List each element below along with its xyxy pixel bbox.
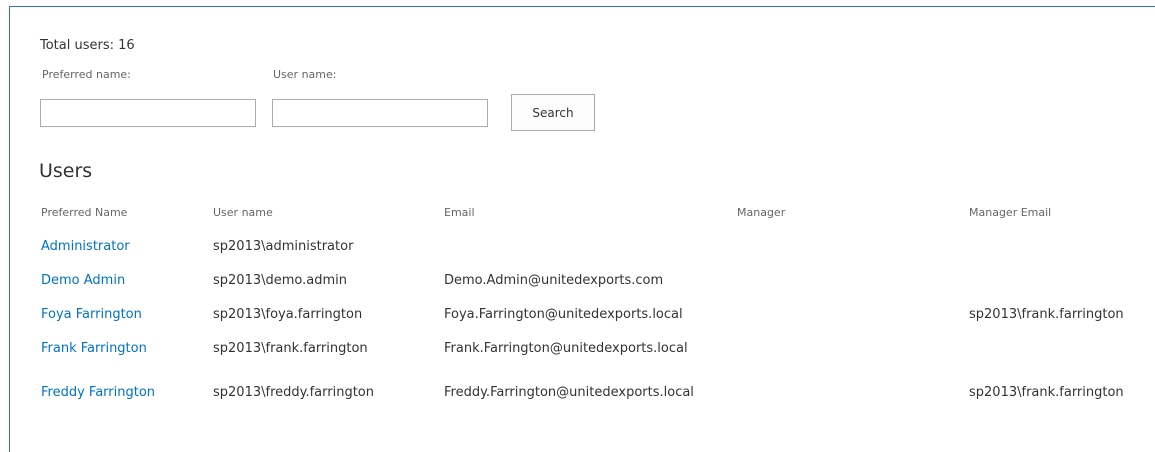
column-header-manager-email[interactable]: Manager Email: [961, 199, 1155, 229]
manager-email-cell: [961, 229, 1155, 263]
manager-cell: [729, 375, 961, 419]
table-row: Freddy Farrington sp2013\freddy.farringt…: [33, 375, 1155, 419]
manager-email-cell: [961, 331, 1155, 375]
column-header-preferred-name[interactable]: Preferred Name: [33, 199, 205, 229]
manager-email-cell: sp2013\frank.farrington: [969, 385, 1124, 400]
user-link-freddy-farrington[interactable]: Freddy Farrington: [41, 385, 155, 400]
email-cell: Freddy.Farrington@unitedexports.local: [444, 385, 694, 400]
user-name-input[interactable]: [272, 99, 488, 127]
user-name-cell: sp2013\frank.farrington: [213, 341, 368, 356]
email-cell: [436, 229, 729, 263]
total-users-count: Total users: 16: [40, 38, 135, 53]
search-button[interactable]: Search: [511, 94, 595, 131]
table-header-row: Preferred Name User name Email Manager M…: [33, 199, 1155, 229]
user-link-administrator[interactable]: Administrator: [41, 239, 130, 254]
preferred-name-label: Preferred name:: [42, 68, 131, 81]
column-header-user-name[interactable]: User name: [205, 199, 436, 229]
user-name-cell: sp2013\foya.farrington: [213, 307, 363, 322]
user-name-label: User name:: [273, 68, 337, 81]
column-header-email[interactable]: Email: [436, 199, 729, 229]
column-header-manager[interactable]: Manager: [729, 199, 961, 229]
manager-cell: [729, 263, 961, 297]
manager-cell: [729, 331, 961, 375]
email-cell: Demo.Admin@unitedexports.com: [444, 273, 664, 288]
table-row: Administrator sp2013\administrator: [33, 229, 1155, 263]
user-link-frank-farrington[interactable]: Frank Farrington: [41, 341, 147, 356]
table-row: Frank Farrington sp2013\frank.farrington…: [33, 331, 1155, 375]
table-row: Foya Farrington sp2013\foya.farrington F…: [33, 297, 1155, 331]
users-section-title: Users: [39, 160, 93, 182]
user-link-demo-admin[interactable]: Demo Admin: [41, 273, 125, 288]
manager-cell: [729, 229, 961, 263]
user-link-foya-farrington[interactable]: Foya Farrington: [41, 307, 142, 322]
user-name-cell: sp2013\demo.admin: [213, 273, 347, 288]
email-cell: Foya.Farrington@unitedexports.local: [444, 307, 683, 322]
user-name-cell: sp2013\administrator: [213, 239, 354, 254]
email-cell: Frank.Farrington@unitedexports.local: [444, 341, 688, 356]
user-name-cell: sp2013\freddy.farrington: [213, 385, 374, 400]
preferred-name-input[interactable]: [40, 99, 256, 127]
table-row: Demo Admin sp2013\demo.admin Demo.Admin@…: [33, 263, 1155, 297]
manager-email-cell: [961, 263, 1155, 297]
manager-cell: [729, 297, 961, 331]
users-table: Preferred Name User name Email Manager M…: [33, 199, 1155, 419]
manager-email-cell: sp2013\frank.farrington: [969, 307, 1124, 322]
